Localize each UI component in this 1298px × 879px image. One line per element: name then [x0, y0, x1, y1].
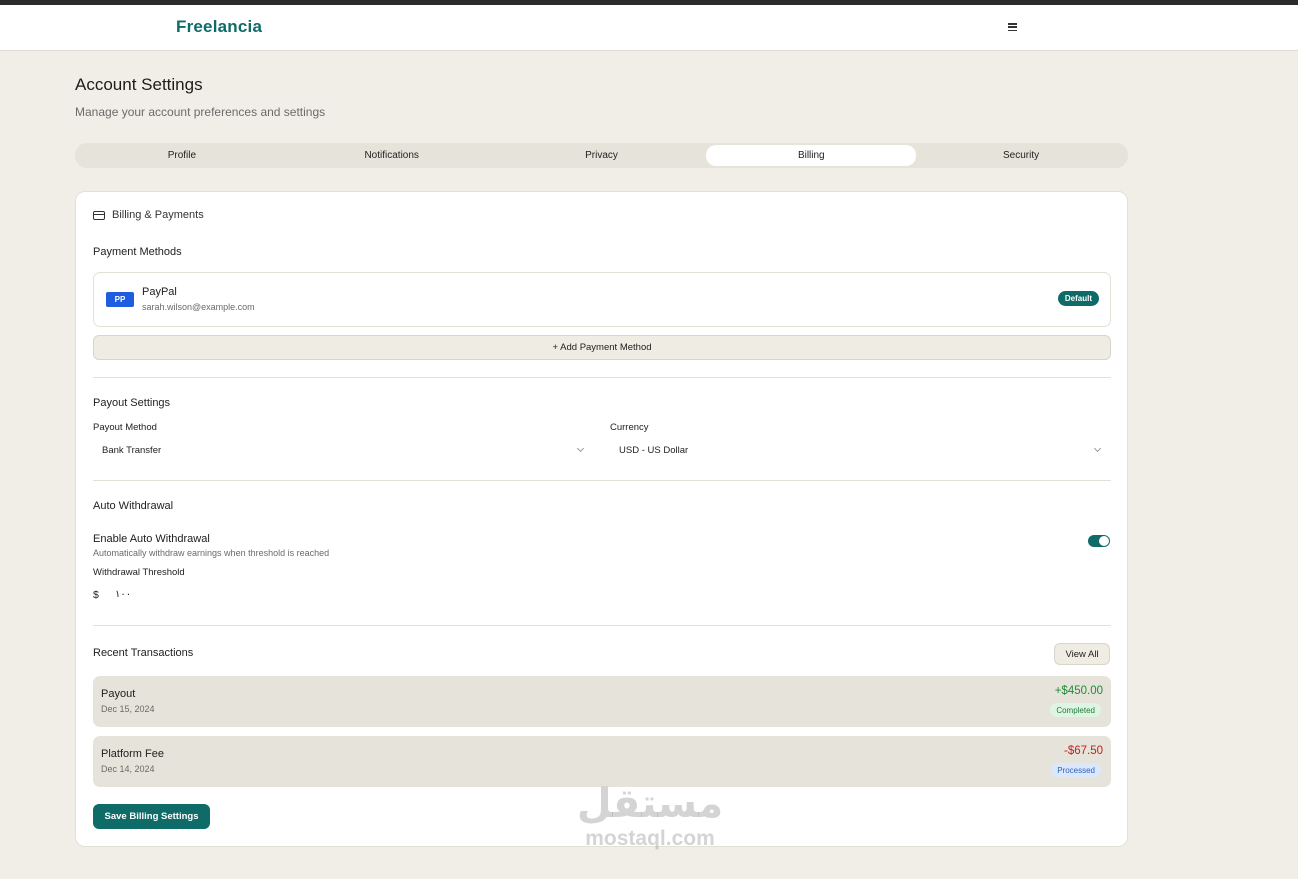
tab-security[interactable]: Security	[916, 145, 1126, 166]
tab-notifications[interactable]: Notifications	[287, 145, 497, 166]
hamburger-menu-icon[interactable]	[1008, 21, 1020, 33]
currency-select[interactable]: USD - US Dollar	[610, 438, 1104, 462]
paypal-icon: PP	[106, 292, 134, 307]
transaction-amount: -$67.50	[1063, 745, 1103, 757]
settings-tabs: Profile Notifications Privacy Billing Se…	[75, 143, 1128, 168]
credit-card-icon	[93, 210, 105, 220]
payout-method-select[interactable]: Bank Transfer	[93, 438, 587, 462]
brand-logo[interactable]: Freelancia	[176, 17, 262, 37]
transaction-type: Platform Fee	[101, 748, 164, 760]
payout-method-label: Payout Method	[93, 422, 157, 433]
payout-method-value: Bank Transfer	[102, 444, 162, 456]
add-payment-method-button[interactable]: + Add Payment Method	[93, 335, 1111, 360]
tab-billing[interactable]: Billing	[706, 145, 917, 166]
payment-method-name: PayPal	[142, 286, 177, 298]
payment-method-item[interactable]: PP PayPal sarah.wilson@example.com Defau…	[93, 272, 1111, 327]
status-badge: Processed	[1051, 763, 1101, 777]
status-badge: Completed	[1050, 703, 1101, 717]
payout-settings-title: Payout Settings	[93, 397, 171, 409]
payment-method-email: sarah.wilson@example.com	[142, 302, 255, 312]
currency-label: Currency	[610, 422, 649, 433]
save-billing-settings-button[interactable]: Save Billing Settings	[93, 804, 210, 829]
tab-privacy[interactable]: Privacy	[497, 145, 707, 166]
chevron-down-icon	[1093, 444, 1102, 453]
card-header: Billing & Payments	[93, 209, 204, 221]
enable-auto-withdrawal-label: Enable Auto Withdrawal	[93, 533, 210, 545]
enable-auto-withdrawal-description: Automatically withdraw earnings when thr…	[93, 548, 330, 558]
withdrawal-threshold-input[interactable]: ١٠٠	[115, 589, 131, 600]
billing-card: Billing & Payments Payment Methods PP Pa…	[75, 191, 1128, 847]
transaction-date: Dec 15, 2024	[101, 704, 155, 714]
transaction-type: Payout	[101, 688, 136, 700]
divider	[93, 480, 1111, 481]
currency-symbol: $	[93, 589, 99, 601]
default-badge: Default	[1057, 291, 1099, 306]
chevron-down-icon	[576, 444, 585, 453]
transaction-date: Dec 14, 2024	[101, 764, 155, 774]
transaction-amount: +$450.00	[1054, 685, 1103, 697]
navbar: Freelancia	[0, 5, 1298, 51]
auto-withdrawal-toggle[interactable]	[1088, 535, 1110, 547]
payment-methods-title: Payment Methods	[93, 246, 182, 258]
transaction-row[interactable]: Platform Fee Dec 14, 2024 -$67.50 Proces…	[93, 736, 1111, 787]
currency-value: USD - US Dollar	[619, 444, 689, 456]
toggle-knob	[1099, 536, 1109, 546]
withdrawal-threshold-label: Withdrawal Threshold	[93, 567, 185, 578]
card-title: Billing & Payments	[112, 209, 204, 221]
auto-withdrawal-title: Auto Withdrawal	[93, 500, 174, 512]
page-subtitle: Manage your account preferences and sett…	[75, 105, 326, 119]
page-title: Account Settings	[75, 75, 203, 94]
view-all-button[interactable]: View All	[1054, 643, 1110, 665]
tab-profile[interactable]: Profile	[77, 145, 287, 166]
divider	[93, 377, 1111, 378]
transaction-row[interactable]: Payout Dec 15, 2024 +$450.00 Completed	[93, 676, 1111, 727]
divider	[93, 625, 1111, 626]
recent-transactions-title: Recent Transactions	[93, 647, 194, 659]
